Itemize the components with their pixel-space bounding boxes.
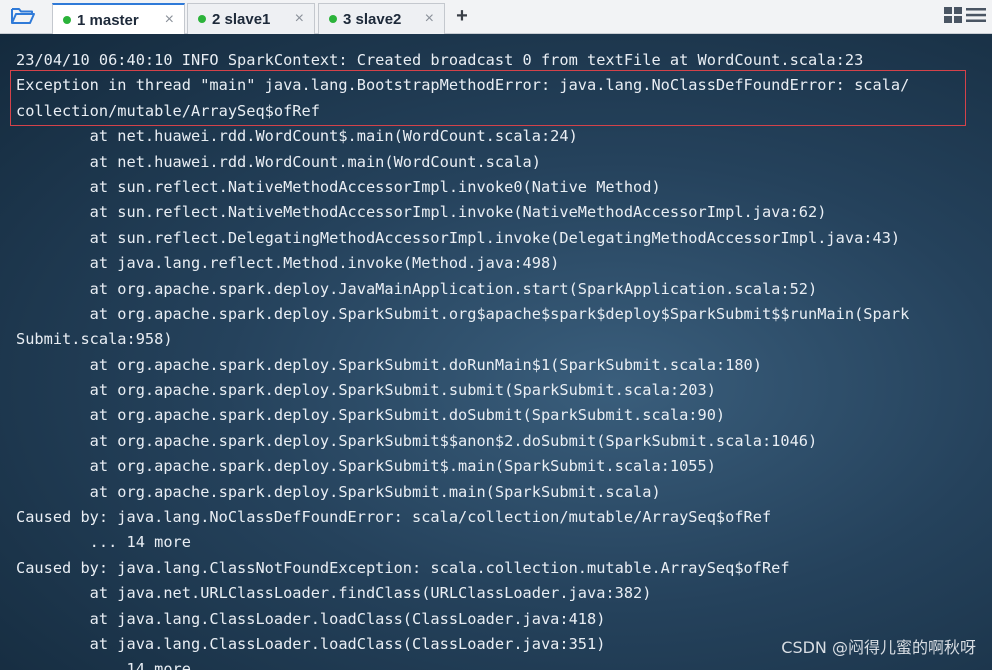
terminal-line: at net.huawei.rdd.WordCount.main(WordCou… (16, 152, 541, 171)
terminal-line: at org.apache.spark.deploy.SparkSubmit.o… (16, 304, 910, 323)
terminal-line: Submit.scala:958) (16, 330, 173, 349)
open-session-button[interactable] (8, 4, 38, 28)
terminal-lines: 23/04/10 06:40:10 INFO SparkContext: Cre… (16, 48, 909, 670)
terminal-line: at org.apache.spark.deploy.SparkSubmit.d… (16, 355, 762, 374)
terminal-line: at sun.reflect.NativeMethodAccessorImpl.… (16, 177, 661, 196)
tab-label: 1 master (77, 11, 139, 29)
terminal-line: at org.apache.spark.deploy.SparkSubmit$$… (16, 431, 818, 450)
tab-slave2[interactable]: 3 slave2 × (318, 3, 445, 34)
tab-label: 3 slave2 (343, 10, 402, 28)
terminal-line: at java.lang.ClassLoader.loadClass(Class… (16, 634, 606, 653)
terminal-line: at net.huawei.rdd.WordCount$.main(WordCo… (16, 127, 578, 146)
terminal-line: at org.apache.spark.deploy.SparkSubmit.s… (16, 381, 716, 400)
terminal-line: ... 14 more (16, 533, 191, 552)
tab-label: 2 slave1 (212, 10, 271, 28)
hamburger-menu-icon[interactable] (966, 7, 986, 23)
terminal-line: at sun.reflect.DelegatingMethodAccessorI… (16, 228, 901, 247)
terminal-line: Exception in thread "main" java.lang.Boo… (16, 76, 910, 95)
close-icon[interactable]: × (425, 10, 434, 28)
terminal-line: at org.apache.spark.deploy.SparkSubmit.d… (16, 406, 726, 425)
terminal-line: at java.lang.ClassLoader.loadClass(Class… (16, 609, 606, 628)
terminal-line: at org.apache.spark.deploy.SparkSubmit.m… (16, 482, 661, 501)
tab-slave1[interactable]: 2 slave1 × (187, 3, 315, 34)
toolbar-right (944, 7, 986, 23)
terminal-line: at java.lang.reflect.Method.invoke(Metho… (16, 254, 560, 273)
terminal-output[interactable]: 23/04/10 06:40:10 INFO SparkContext: Cre… (0, 34, 992, 670)
terminal-line: collection/mutable/ArraySeq$ofRef (16, 101, 320, 120)
connected-status-icon (329, 15, 337, 23)
terminal-line: at java.net.URLClassLoader.findClass(URL… (16, 584, 652, 603)
terminal-line: at org.apache.spark.deploy.SparkSubmit$.… (16, 457, 716, 476)
folder-open-icon (11, 8, 35, 24)
terminal-line: at org.apache.spark.deploy.JavaMainAppli… (16, 279, 818, 298)
connected-status-icon (63, 16, 71, 24)
tab-master[interactable]: 1 master × (52, 3, 185, 35)
terminal-line: Caused by: java.lang.NoClassDefFoundErro… (16, 508, 772, 527)
session-tab-bar: 1 master × 2 slave1 × 3 slave2 × + (0, 0, 992, 35)
terminal-line: ... 14 more (16, 660, 191, 670)
terminal-line: Caused by: java.lang.ClassNotFoundExcept… (16, 558, 790, 577)
terminal-line: at sun.reflect.NativeMethodAccessorImpl.… (16, 203, 827, 222)
connected-status-icon (198, 15, 206, 23)
close-icon[interactable]: × (165, 11, 174, 29)
close-icon[interactable]: × (295, 10, 304, 28)
terminal-window: 1 master × 2 slave1 × 3 slave2 × + 23/04… (0, 0, 992, 670)
terminal-line: 23/04/10 06:40:10 INFO SparkContext: Cre… (16, 51, 864, 69)
watermark: CSDN @闷得儿蜜的啊秋呀 (781, 638, 976, 657)
grid-view-icon[interactable] (944, 7, 962, 23)
plus-icon[interactable]: + (452, 5, 472, 27)
